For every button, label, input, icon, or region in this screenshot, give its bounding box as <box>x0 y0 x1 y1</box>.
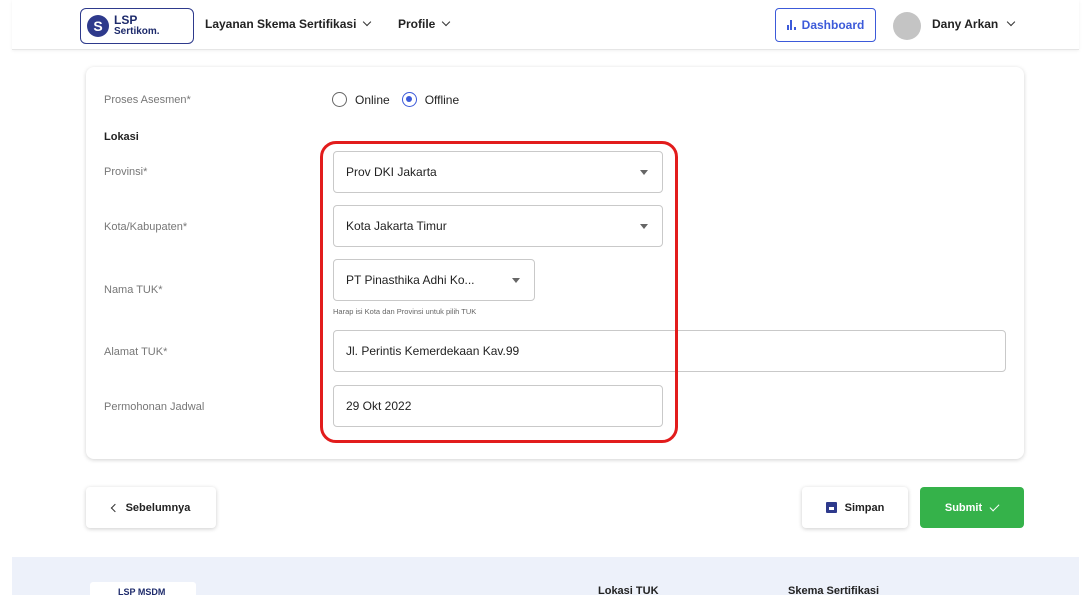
lokasi-heading: Lokasi <box>104 131 139 143</box>
kota-value: Kota Jakarta Timur <box>346 219 447 233</box>
nav-profile[interactable]: Profile <box>398 17 451 31</box>
user-menu[interactable]: Dany Arkan <box>932 17 1016 31</box>
footer-logo-text: LSP MSDM <box>118 587 166 595</box>
chevron-left-icon <box>110 503 119 512</box>
nav-layanan-skema[interactable]: Layanan Skema Sertifikasi <box>205 17 372 31</box>
kota-select[interactable]: Kota Jakarta Timur <box>333 205 663 247</box>
kota-label: Kota/Kabupaten* <box>104 221 188 233</box>
app-logo[interactable]: S LSP Sertikom. <box>80 8 194 44</box>
submit-button[interactable]: Submit <box>920 487 1024 528</box>
radio-online-label[interactable]: Online <box>355 93 390 107</box>
save-icon <box>825 502 837 513</box>
footer: LSP MSDM Lokasi TUK Skema Sertifikasi <box>12 557 1079 595</box>
nama-tuk-helper: Harap isi Kota dan Provinsi untuk pilih … <box>333 307 477 316</box>
radio-online[interactable] <box>332 92 347 107</box>
alamat-tuk-label: Alamat TUK* <box>104 346 168 358</box>
logo-line2: Sertikom. <box>114 26 160 37</box>
chevron-down-icon <box>442 17 451 27</box>
alamat-tuk-value: Jl. Perintis Kemerdekaan Kav.99 <box>346 344 520 358</box>
chevron-down-icon <box>363 17 372 27</box>
radio-offline[interactable] <box>401 92 417 107</box>
provinsi-select[interactable]: Prov DKI Jakarta <box>333 151 663 193</box>
simpan-button[interactable]: Simpan <box>802 487 908 528</box>
sebelumnya-label: Sebelumnya <box>125 501 191 514</box>
permohonan-jadwal-input[interactable]: 29 Okt 2022 <box>333 385 663 427</box>
footer-skema-heading: Skema Sertifikasi <box>788 585 880 595</box>
dropdown-arrow-icon <box>640 224 648 229</box>
dropdown-arrow-icon <box>640 170 648 175</box>
check-icon <box>989 501 1000 511</box>
logo-line1: LSP <box>114 13 138 27</box>
alamat-tuk-input[interactable]: Jl. Perintis Kemerdekaan Kav.99 <box>333 330 1006 372</box>
submit-label: Submit <box>944 501 983 514</box>
top-navbar: S LSP Sertikom. Layanan Skema Sertifikas… <box>12 0 1079 50</box>
footer-lokasi-tuk-heading: Lokasi TUK <box>598 585 659 595</box>
avatar[interactable] <box>893 12 921 40</box>
simpan-label: Simpan <box>844 501 885 514</box>
permohonan-jadwal-value: 29 Okt 2022 <box>346 399 412 413</box>
provinsi-label: Provinsi* <box>104 166 148 178</box>
sebelumnya-button[interactable]: Sebelumnya <box>86 487 216 528</box>
dropdown-arrow-icon <box>512 278 520 283</box>
user-name: Dany Arkan <box>932 17 999 31</box>
chevron-down-icon <box>1007 17 1016 27</box>
nav-layanan-label: Layanan Skema Sertifikasi <box>205 17 357 31</box>
nama-tuk-label: Nama TUK* <box>104 284 163 296</box>
nav-profile-label: Profile <box>398 17 436 31</box>
provinsi-value: Prov DKI Jakarta <box>346 165 437 179</box>
bar-chart-icon <box>786 20 796 30</box>
dashboard-button[interactable]: Dashboard <box>775 8 876 42</box>
radio-offline-label[interactable]: Offline <box>425 93 459 107</box>
nama-tuk-value: PT Pinasthika Adhi Ko... <box>346 273 475 287</box>
logo-mark-icon: S <box>87 15 109 37</box>
permohonan-jadwal-label: Permohonan Jadwal <box>104 401 205 413</box>
footer-logo[interactable]: LSP MSDM <box>90 582 196 595</box>
dashboard-label: Dashboard <box>801 18 865 32</box>
proses-asesmen-label: Proses Asesmen* <box>104 94 191 106</box>
proses-asesmen-radio-group: Online Offline <box>332 92 459 107</box>
nama-tuk-select[interactable]: PT Pinasthika Adhi Ko... <box>333 259 535 301</box>
